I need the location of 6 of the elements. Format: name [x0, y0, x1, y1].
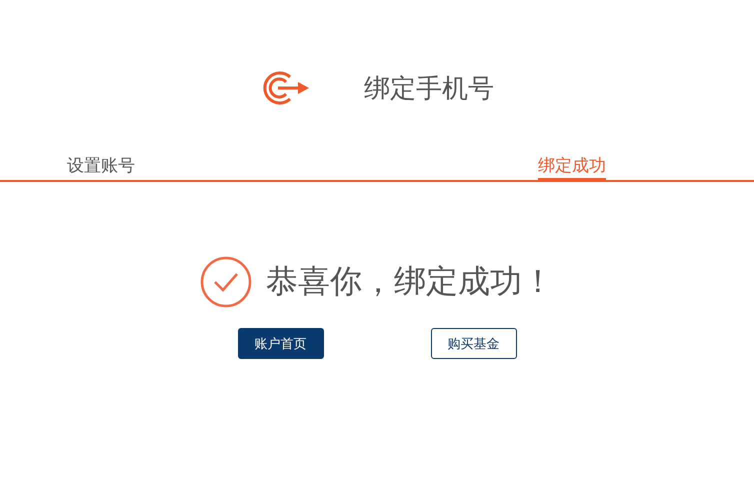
success-message: 恭喜你，绑定成功！: [266, 261, 554, 302]
step-tab[interactable]: 设置账号: [67, 154, 135, 182]
action-button[interactable]: 购买基金: [430, 328, 516, 359]
check-circle-icon: [200, 256, 252, 308]
page-title: 绑定手机号: [364, 72, 494, 106]
action-button[interactable]: 账户首页: [238, 328, 324, 359]
